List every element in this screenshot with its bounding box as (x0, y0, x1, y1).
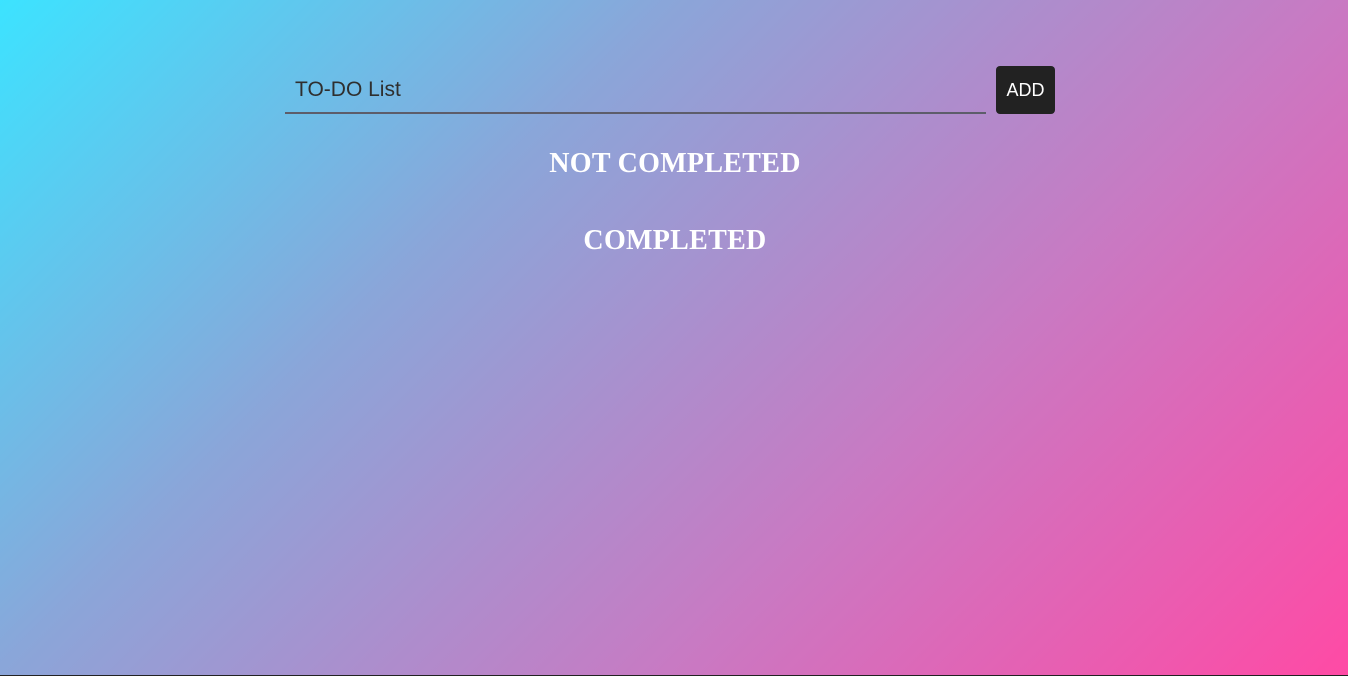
todo-app: ADD NOT COMPLETED COMPLETED (285, 66, 1055, 256)
not-completed-heading: NOT COMPLETED (549, 148, 801, 179)
add-button[interactable]: ADD (996, 66, 1055, 114)
task-input[interactable] (285, 68, 986, 114)
add-task-row: ADD (285, 66, 1055, 114)
completed-heading: COMPLETED (583, 225, 767, 256)
